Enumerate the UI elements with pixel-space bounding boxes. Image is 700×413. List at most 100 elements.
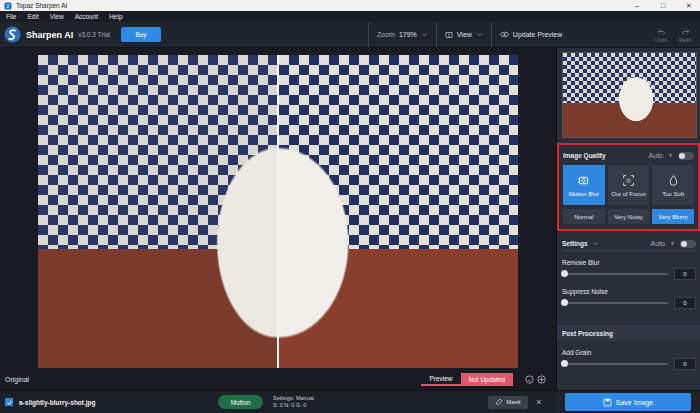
section-title: Post Processing xyxy=(562,330,613,337)
view-label: View xyxy=(457,31,472,38)
brand: Sharpen AI v3.0.3 Trial Buy xyxy=(0,26,368,43)
blur-type-button[interactable]: Motion Blur xyxy=(563,165,605,205)
check-icon xyxy=(6,399,13,406)
section-title: Settings xyxy=(562,240,588,247)
slider-knob[interactable] xyxy=(561,270,568,277)
post-processing-section: Add Grain 0 xyxy=(557,341,700,370)
window-control[interactable]: ✕ xyxy=(678,0,700,11)
mode-badge: Motion xyxy=(218,395,263,409)
update-preview-button[interactable]: Update Preview xyxy=(491,22,570,48)
focus-frame-icon xyxy=(622,174,635,187)
mask-label: Mask xyxy=(506,399,520,405)
app-icon xyxy=(4,2,12,10)
settings-mode: Settings: Manual xyxy=(273,395,314,402)
zoom-value[interactable]: 179% xyxy=(399,31,417,38)
slider-value[interactable]: 0 xyxy=(674,297,696,309)
slider-value[interactable]: 0 xyxy=(674,268,696,280)
chevron-icon xyxy=(592,240,599,247)
view-menu[interactable]: View xyxy=(436,22,491,48)
save-image-button[interactable]: Save Image xyxy=(565,393,691,411)
slider-track[interactable] xyxy=(562,363,668,365)
redo-button[interactable]: Redo xyxy=(674,27,696,43)
update-preview-label: Update Preview xyxy=(513,31,562,38)
window-control[interactable]: □ xyxy=(652,0,674,11)
zoom-label: Zoom xyxy=(377,31,395,38)
caret-icon xyxy=(476,31,483,38)
preview-half xyxy=(279,55,518,368)
settings-summary: Settings: ManualS: 0 N: 0 G: 0 xyxy=(273,395,314,409)
main-area: Original PreviewNot Updated Image QualityA… xyxy=(0,48,700,390)
auto-toggle[interactable] xyxy=(678,152,694,160)
toggle-knob xyxy=(679,153,685,159)
bolt-icon xyxy=(667,152,674,159)
redo-icon xyxy=(681,27,690,36)
menu-item[interactable]: View xyxy=(50,13,64,20)
bottom-bar: a-slightly-blurry-shot.jpgMotionSettings… xyxy=(0,390,700,413)
blur-type-button[interactable]: Too Soft xyxy=(652,165,694,205)
slider-knob[interactable] xyxy=(561,360,568,367)
menu-item[interactable]: Account xyxy=(75,13,99,20)
slider-track[interactable] xyxy=(562,273,668,275)
blur-type-label: Motion Blur xyxy=(569,191,599,197)
window-control[interactable]: – xyxy=(626,0,648,11)
menu-item[interactable]: Help xyxy=(109,13,122,20)
blur-type-label: Too Soft xyxy=(662,191,684,197)
original-half xyxy=(38,55,277,368)
severity-button[interactable]: Very Blurry xyxy=(652,209,694,224)
slider-value[interactable]: 0 xyxy=(674,358,696,370)
blur-type-button[interactable]: Out of Focus xyxy=(608,165,650,205)
image-quality-header: Image QualityAuto xyxy=(563,150,694,161)
caret-icon xyxy=(421,31,428,38)
remove-file-button[interactable]: × xyxy=(528,397,550,407)
preview-tab[interactable]: Preview xyxy=(421,373,460,386)
settings-header[interactable]: Settings Auto xyxy=(562,237,696,251)
slider-row: Add Grain 0 xyxy=(562,349,696,370)
side-panel: Image QualityAuto Motion Blur Out of Focus… xyxy=(556,48,700,390)
save-label: Save Image xyxy=(616,399,653,406)
menu-bar: File Edit View Account Help xyxy=(0,11,700,22)
severity-button[interactable]: Normal xyxy=(563,209,605,224)
file-checkbox[interactable] xyxy=(5,398,13,406)
undo-button[interactable]: Undo xyxy=(650,27,672,43)
slider-row: Suppress Noise 0 xyxy=(562,288,696,309)
settings-section: Settings Auto Remove Blur 0 Suppress Noise 0 xyxy=(557,231,700,309)
original-label: Original xyxy=(5,376,29,383)
sharpen-logo-icon xyxy=(4,26,21,43)
mask-button[interactable]: Mask xyxy=(488,396,528,409)
split-view-icon xyxy=(445,31,453,39)
auto-toggle[interactable] xyxy=(680,240,696,248)
severity-group: NormalVery NoisyVery Blurry xyxy=(563,209,694,224)
blur-type-label: Out of Focus xyxy=(611,191,645,197)
slider-track[interactable] xyxy=(562,302,668,304)
droplet-icon xyxy=(667,174,680,187)
menu-item[interactable]: Edit xyxy=(27,13,38,20)
undo-icon xyxy=(657,27,666,36)
navigator-thumbnail[interactable] xyxy=(562,52,697,138)
save-area: Save Image xyxy=(556,391,700,413)
slider-knob[interactable] xyxy=(561,299,568,306)
title-bar: Topaz Sharpen AI–□✕ xyxy=(0,0,700,11)
app-version: v3.0.3 Trial xyxy=(78,31,110,38)
menu-item[interactable]: File xyxy=(6,13,16,20)
settings-values: S: 0 N: 0 G: 0 xyxy=(273,402,314,409)
preview-tab[interactable]: Not Updated xyxy=(461,373,514,386)
slider-label: Suppress Noise xyxy=(562,288,696,295)
grid-icon xyxy=(537,375,546,384)
auto-label: Auto xyxy=(649,152,663,159)
slider-label: Remove Blur xyxy=(562,259,696,266)
file-bar: a-slightly-blurry-shot.jpgMotionSettings… xyxy=(0,391,556,413)
auto-label: Auto xyxy=(651,240,665,247)
undo-label: Undo xyxy=(655,37,667,43)
zoom-control[interactable]: Zoom 179% xyxy=(368,22,436,48)
app-name: Sharpen AI xyxy=(26,30,73,40)
photo-preview[interactable] xyxy=(38,55,518,368)
buy-button[interactable]: Buy xyxy=(121,27,161,42)
canvas: Original PreviewNot Updated xyxy=(0,48,556,390)
toolbar: Sharpen AI v3.0.3 Trial Buy Zoom 179% View Upd… xyxy=(0,22,700,48)
redo-label: Redo xyxy=(679,37,691,43)
slider-control: 0 xyxy=(562,297,696,309)
severity-button[interactable]: Very Noisy xyxy=(608,209,650,224)
slider-label: Add Grain xyxy=(562,349,696,356)
bolt-icon xyxy=(669,240,676,247)
toggle-knob xyxy=(681,241,687,247)
